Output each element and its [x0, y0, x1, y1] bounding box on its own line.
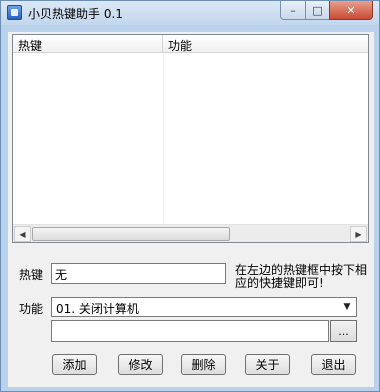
column-header-hotkey[interactable]: 热键 — [13, 35, 163, 53]
function-label: 功能 — [19, 302, 44, 316]
scroll-left-icon[interactable]: ◀ — [14, 226, 31, 242]
hint-text: 在左边的热键框中按下相应的快捷键即可! — [235, 263, 368, 290]
column-header-function[interactable]: 功能 — [163, 35, 368, 53]
horizontal-scrollbar[interactable]: ◀ ▶ — [13, 224, 368, 242]
title-bar[interactable]: 小贝热键助手 0.1 – □ ✕ — [1, 1, 379, 25]
function-select[interactable]: 01. 关闭计算机 — [51, 297, 357, 317]
list-header: 热键 功能 — [13, 35, 368, 53]
hotkey-list[interactable]: 热键 功能 ◀ ▶ — [12, 34, 369, 243]
window-title: 小贝热键助手 0.1 — [28, 7, 123, 21]
app-window: 小贝热键助手 0.1 – □ ✕ 热键 功能 ◀ ▶ 热键 无 在左边的热键框中… — [0, 0, 380, 392]
path-input[interactable] — [51, 320, 329, 342]
client-area: 热键 功能 ◀ ▶ 热键 无 在左边的热键框中按下相应的快捷键即可! 功能 01… — [8, 32, 374, 387]
scroll-right-icon[interactable]: ▶ — [350, 226, 367, 242]
scroll-thumb[interactable] — [32, 227, 230, 241]
chevron-down-icon[interactable]: ▼ — [338, 298, 356, 316]
maximize-button[interactable]: □ — [305, 1, 330, 20]
close-button[interactable]: ✕ — [329, 1, 373, 20]
exit-button[interactable]: 退出 — [311, 354, 356, 375]
edit-button[interactable]: 修改 — [118, 354, 163, 375]
add-button[interactable]: 添加 — [52, 354, 97, 375]
app-icon — [7, 5, 22, 20]
about-button[interactable]: 关于 — [245, 354, 290, 375]
column-divider — [163, 53, 164, 223]
hotkey-input[interactable]: 无 — [51, 263, 226, 284]
browse-button[interactable]: ... — [330, 320, 357, 342]
hotkey-label: 热键 — [19, 268, 44, 282]
delete-button[interactable]: 删除 — [181, 354, 226, 375]
minimize-button[interactable]: – — [280, 1, 306, 20]
